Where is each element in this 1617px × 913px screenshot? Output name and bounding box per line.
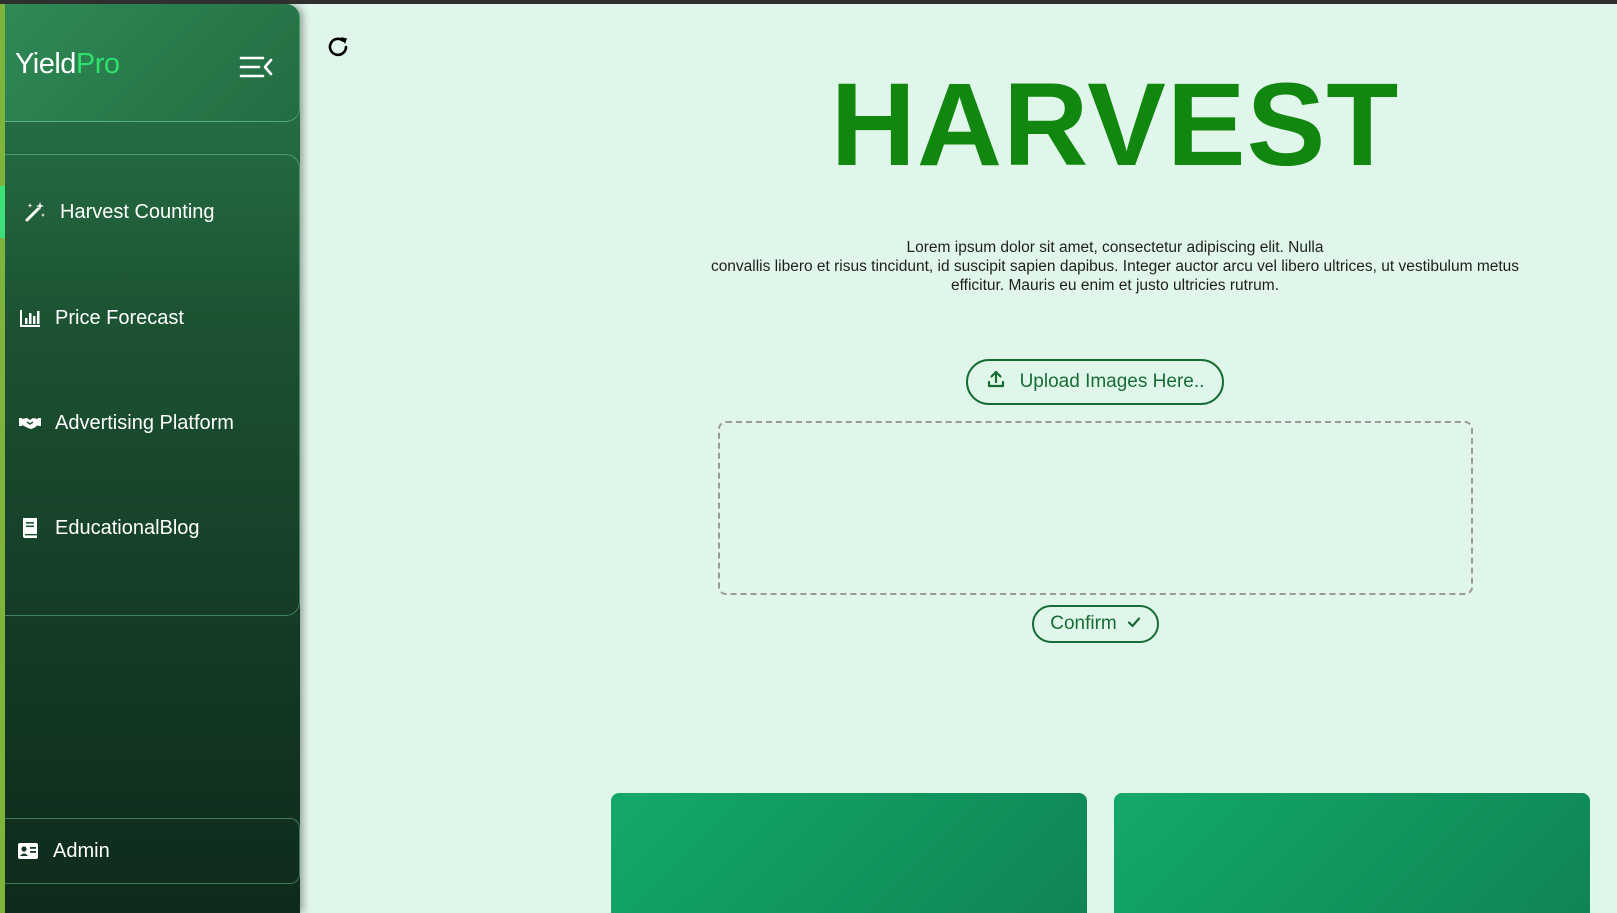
id-card-icon <box>17 840 39 862</box>
sidebar-item-price-forecast[interactable]: Price Forecast <box>5 292 300 344</box>
description-line: convallis libero et risus tincidunt, id … <box>710 258 1520 275</box>
upload-icon <box>986 369 1006 395</box>
admin-label: Admin <box>53 839 110 862</box>
book-icon <box>19 517 41 539</box>
confirm-label: Confirm <box>1050 613 1117 634</box>
page-description: Lorem ipsum dolor sit amet, consectetur … <box>680 238 1550 295</box>
sidebar-nav: Harvest Counting Price Forecast Advertis… <box>0 154 300 616</box>
image-dropzone[interactable] <box>718 421 1473 595</box>
bar-chart-icon <box>19 307 41 329</box>
page-title: HARVEST <box>830 59 1400 191</box>
collapse-menu-icon[interactable] <box>239 54 273 80</box>
sidebar-item-admin[interactable]: Admin <box>5 818 300 884</box>
brand-name: Yield <box>15 48 76 80</box>
brand-header: YieldPro <box>5 4 300 122</box>
confirm-button[interactable]: Confirm <box>1032 605 1159 643</box>
description-line: Lorem ipsum dolor sit amet, consectetur … <box>906 239 1324 256</box>
sidebar-item-label: Price Forecast <box>55 306 184 329</box>
sidebar-item-harvest-counting[interactable]: Harvest Counting <box>0 186 295 238</box>
handshake-icon <box>19 412 41 434</box>
brand-accent: Pro <box>75 48 120 80</box>
result-card <box>1114 793 1590 913</box>
magic-wand-icon <box>24 201 46 223</box>
sidebar: YieldPro Harvest Counting Price Forecast… <box>0 4 300 913</box>
sidebar-item-educational-blog[interactable]: EducationalBlog <box>5 502 300 554</box>
check-icon <box>1127 613 1141 635</box>
result-card <box>611 793 1087 913</box>
sidebar-item-label: EducationalBlog <box>55 516 200 539</box>
refresh-icon[interactable] <box>326 34 352 60</box>
upload-images-button[interactable]: Upload Images Here.. <box>966 359 1224 405</box>
sidebar-item-label: Advertising Platform <box>55 411 234 434</box>
sidebar-item-label: Harvest Counting <box>60 200 215 223</box>
upload-label: Upload Images Here.. <box>1019 371 1205 392</box>
description-line: efficitur. Mauris eu enim et justo ultri… <box>951 277 1279 294</box>
app-window: YieldPro Harvest Counting Price Forecast… <box>0 4 1617 913</box>
brand-logo[interactable]: YieldPro <box>15 48 120 81</box>
sidebar-item-advertising-platform[interactable]: Advertising Platform <box>5 397 300 449</box>
